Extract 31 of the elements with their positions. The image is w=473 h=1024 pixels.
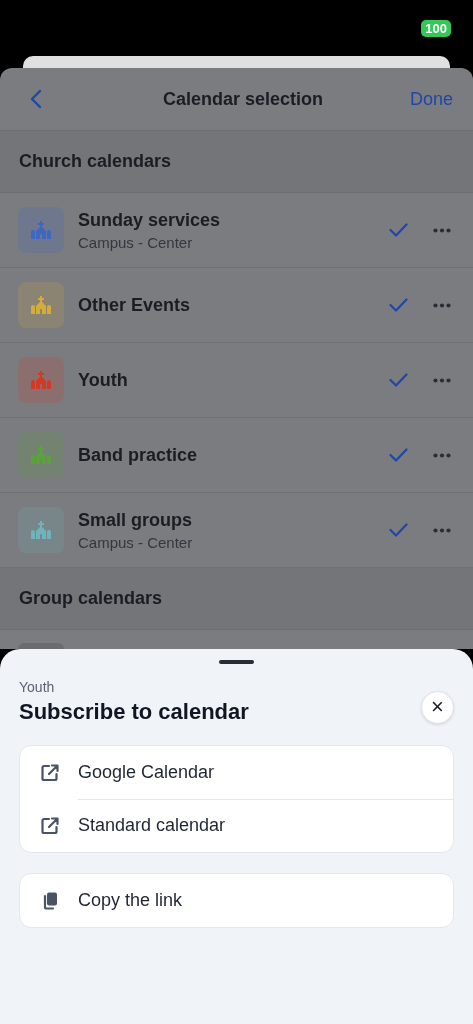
calendar-location: Campus - Center <box>78 533 194 551</box>
done-button[interactable]: Done <box>409 88 453 110</box>
calendar-name: Other Events <box>78 294 192 316</box>
option-item[interactable]: Standard calendar <box>20 799 453 852</box>
calendar-row[interactable]: Youth <box>0 343 473 418</box>
sheet-caption: Youth <box>19 679 56 695</box>
more-icon[interactable] <box>433 302 451 308</box>
sheet-title: Subscribe to calendar <box>19 699 249 725</box>
calendar-name: Band practice <box>78 444 199 466</box>
more-icon[interactable] <box>433 377 451 383</box>
close-button[interactable]: × <box>421 691 454 724</box>
option-item[interactable]: Copy the link <box>20 874 453 927</box>
more-icon[interactable] <box>433 527 451 533</box>
calendar-location: Campus - Center <box>78 233 194 251</box>
more-icon[interactable] <box>433 227 451 233</box>
calendar-name: Sunday services <box>78 209 222 231</box>
chevron-left-icon <box>30 89 42 109</box>
calendar-tile <box>18 643 64 649</box>
calendar-row[interactable]: Sunday services Campus - Center <box>0 193 473 268</box>
calendar-name: Youth <box>78 369 129 391</box>
section-title: Group calendars <box>19 588 163 609</box>
section-title: Church calendars <box>19 151 172 172</box>
calendar-row[interactable]: Other Events <box>0 268 473 343</box>
external-link-icon <box>40 815 60 836</box>
option-item[interactable]: Google Calendar <box>20 746 453 799</box>
external-link-icon <box>40 762 60 783</box>
battery-level: 100 <box>421 20 451 37</box>
calendar-name: Small groups <box>78 509 194 531</box>
nav-title: Calendar selection <box>162 88 323 110</box>
calendar-row[interactable]: Band practice <box>0 418 473 493</box>
more-icon[interactable] <box>433 452 451 458</box>
